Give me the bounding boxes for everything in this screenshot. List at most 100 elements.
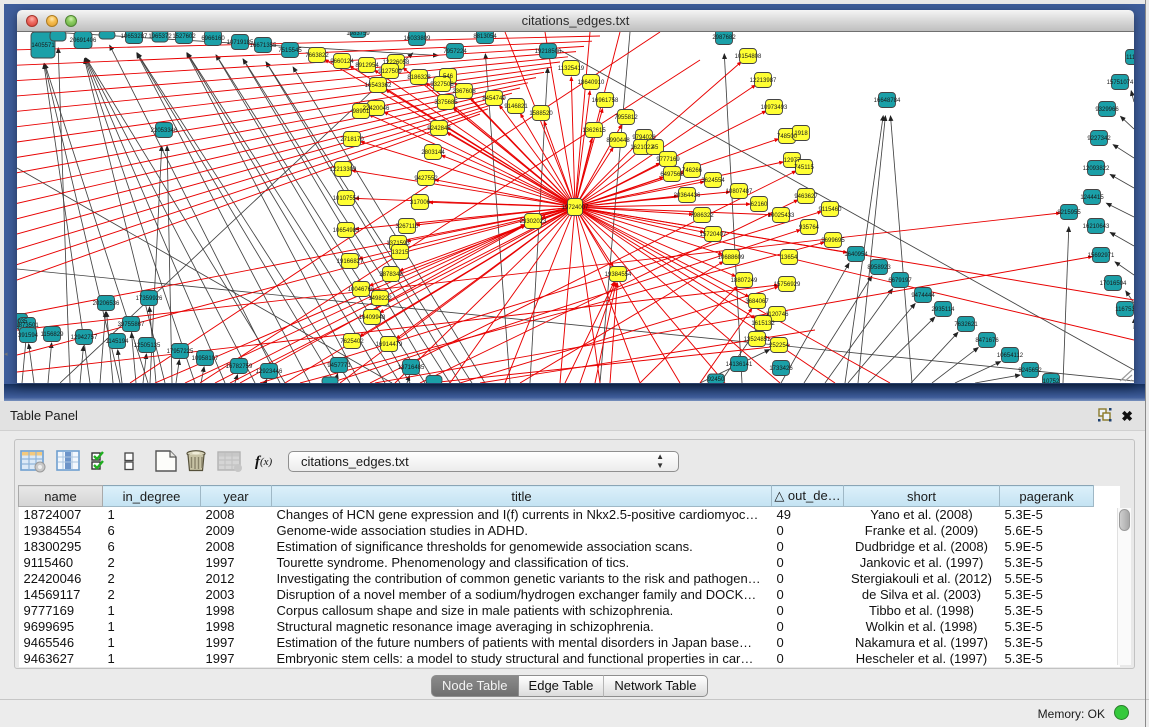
svg-text:19218506: 19218506 — [535, 49, 562, 55]
svg-text:6679197: 6679197 — [888, 278, 912, 284]
svg-text:7515545: 7515545 — [278, 48, 302, 54]
svg-text:16409948: 16409948 — [359, 315, 386, 321]
svg-text:9660124: 9660124 — [330, 59, 354, 65]
svg-text:2367608: 2367608 — [452, 89, 476, 95]
svg-text:2987682: 2987682 — [712, 35, 736, 41]
svg-text:19384554: 19384554 — [605, 272, 632, 278]
svg-text:9463627: 9463627 — [794, 194, 818, 200]
svg-text:1965372: 1965372 — [148, 34, 172, 40]
svg-text:3624554: 3624554 — [701, 178, 725, 184]
svg-text:10654985: 10654985 — [333, 228, 360, 234]
svg-text:1640954: 1640954 — [844, 252, 868, 258]
svg-text:8215955: 8215955 — [1057, 210, 1081, 216]
svg-text:10154808: 10154808 — [735, 54, 762, 60]
svg-text:7625402: 7625402 — [340, 339, 364, 345]
svg-text:17957225: 17957225 — [167, 349, 194, 355]
svg-text:2718170: 2718170 — [340, 137, 364, 143]
svg-text:23302023: 23302023 — [520, 219, 547, 225]
svg-text:9146821: 9146821 — [504, 104, 528, 110]
svg-text:8958923: 8958923 — [867, 265, 891, 271]
svg-text:17016504: 17016504 — [1100, 281, 1127, 287]
svg-text:9115460: 9115460 — [819, 207, 843, 213]
svg-text:20691406: 20691406 — [70, 38, 97, 44]
svg-text:11123: 11123 — [1126, 55, 1134, 61]
svg-text:98901: 98901 — [353, 109, 370, 115]
svg-text:13215: 13215 — [392, 250, 409, 256]
svg-text:2935114: 2935114 — [932, 307, 956, 313]
svg-text:9427552: 9427552 — [414, 176, 438, 182]
svg-text:18640910: 18640910 — [578, 80, 605, 86]
svg-text:9127509: 9127509 — [378, 69, 402, 75]
svg-text:10752: 10752 — [1043, 379, 1060, 383]
svg-text:16961758: 16961758 — [592, 98, 619, 104]
svg-text:1244415: 1244415 — [1080, 195, 1104, 201]
svg-text:116753: 116753 — [1115, 307, 1134, 313]
svg-text:6966160: 6966160 — [201, 36, 225, 42]
svg-text:10107554: 10107554 — [333, 196, 360, 202]
svg-text:9457771: 9457771 — [327, 363, 351, 369]
svg-text:8813054: 8813054 — [473, 34, 497, 40]
svg-text:9474444: 9474444 — [911, 293, 935, 299]
svg-text:3267110: 3267110 — [396, 224, 420, 230]
svg-text:317006: 317006 — [410, 200, 431, 206]
svg-text:745115: 745115 — [794, 165, 814, 171]
svg-text:12942757: 12942757 — [71, 335, 98, 341]
svg-text:9777169: 9777169 — [656, 157, 680, 163]
svg-text:16648784: 16648784 — [874, 98, 901, 104]
svg-text:391594: 391594 — [18, 333, 39, 339]
svg-text:1918: 1918 — [794, 131, 808, 137]
svg-text:9329966: 9329966 — [1095, 107, 1119, 113]
svg-text:20206536: 20206536 — [93, 301, 120, 307]
svg-text:10688609: 10688609 — [718, 255, 745, 261]
svg-text:22053346: 22053346 — [151, 128, 178, 134]
svg-text:546: 546 — [443, 74, 454, 80]
svg-text:16033809: 16033809 — [404, 36, 431, 42]
svg-text:1873501: 1873501 — [17, 323, 39, 329]
svg-text:2803144: 2803144 — [421, 150, 445, 156]
svg-text:6497568: 6497568 — [660, 172, 684, 178]
svg-text:9227342: 9227342 — [1087, 136, 1111, 142]
svg-text:18807249: 18807249 — [731, 278, 758, 284]
svg-text:9794028: 9794028 — [632, 135, 656, 141]
svg-text:10654112: 10654112 — [997, 353, 1024, 359]
svg-text:16543362: 16543362 — [365, 83, 392, 89]
svg-text:1588520: 1588520 — [529, 111, 553, 117]
svg-text:1145194: 1145194 — [106, 339, 130, 345]
svg-text:8186328: 8186328 — [407, 75, 431, 81]
svg-text:1983759: 1983759 — [346, 32, 370, 37]
svg-text:12093822: 12093822 — [1083, 166, 1110, 172]
svg-text:17359926: 17359926 — [136, 296, 163, 302]
svg-text:1362615: 1362615 — [582, 128, 606, 134]
svg-text:16782759: 16782759 — [226, 364, 253, 370]
svg-text:19724007: 19724007 — [562, 205, 589, 211]
svg-text:15756929: 15756929 — [774, 282, 801, 288]
svg-text:10958107: 10958107 — [192, 356, 219, 362]
svg-text:1498222: 1498222 — [368, 296, 392, 302]
svg-text:16671355: 16671355 — [250, 43, 277, 49]
svg-text:16210643: 16210643 — [1083, 224, 1110, 230]
svg-text:12213309: 12213309 — [330, 167, 357, 173]
svg-text:12213987: 12213987 — [750, 78, 777, 84]
svg-text:7957224: 7957224 — [443, 49, 467, 55]
svg-text:19166827: 19166827 — [337, 259, 364, 265]
svg-text:10973493: 10973493 — [761, 105, 788, 111]
svg-text:12923446: 12923446 — [256, 369, 283, 375]
svg-text:8990448: 8990448 — [606, 138, 630, 144]
svg-text:10046766: 10046766 — [348, 287, 375, 293]
svg-text:1405571: 1405571 — [31, 43, 55, 49]
svg-text:10025433: 10025433 — [768, 213, 795, 219]
svg-text:935764: 935764 — [799, 225, 820, 231]
svg-text:9699695: 9699695 — [821, 238, 845, 244]
svg-text:1371593: 1371593 — [386, 241, 410, 247]
svg-text:12226058: 12226058 — [383, 60, 410, 66]
svg-text:39755867: 39755867 — [118, 322, 145, 328]
svg-text:45: 45 — [652, 145, 659, 151]
svg-text:3684067: 3684067 — [745, 299, 769, 305]
svg-text:7986322: 7986322 — [690, 213, 714, 219]
svg-text:(x): (x) — [260, 456, 273, 468]
svg-text:12505135: 12505135 — [134, 343, 161, 349]
svg-text:13716485: 13716485 — [398, 365, 425, 371]
svg-text:10653287: 10653287 — [121, 34, 148, 40]
svg-text:1156829: 1156829 — [41, 332, 65, 338]
svg-text:3878342: 3878342 — [379, 272, 403, 278]
